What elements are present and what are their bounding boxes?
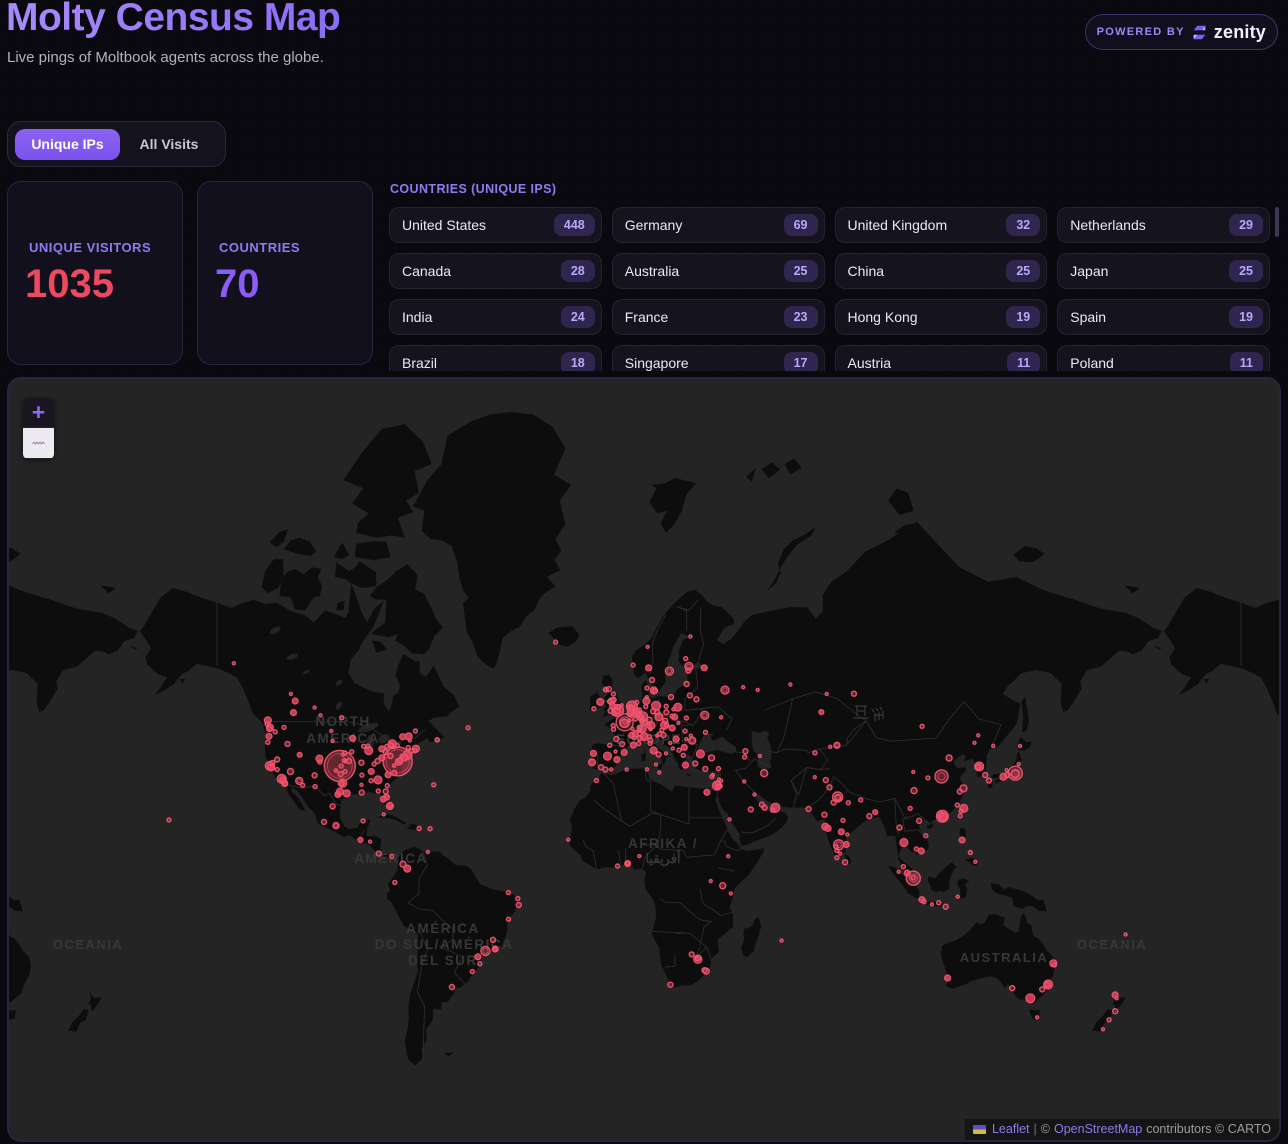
svg-text:AMÉRICA: AMÉRICA	[406, 921, 480, 936]
svg-text:OCEANIA: OCEANIA	[53, 937, 123, 952]
svg-text:أفريقيا: أفريقيا	[645, 850, 680, 867]
svg-text:AUSTRALIA: AUSTRALIA	[960, 950, 1049, 965]
svg-text:DEL SUR: DEL SUR	[408, 953, 478, 968]
svg-text:AFRIKA /: AFRIKA /	[628, 836, 698, 851]
svg-text:OCEANIA: OCEANIA	[1077, 937, 1147, 952]
